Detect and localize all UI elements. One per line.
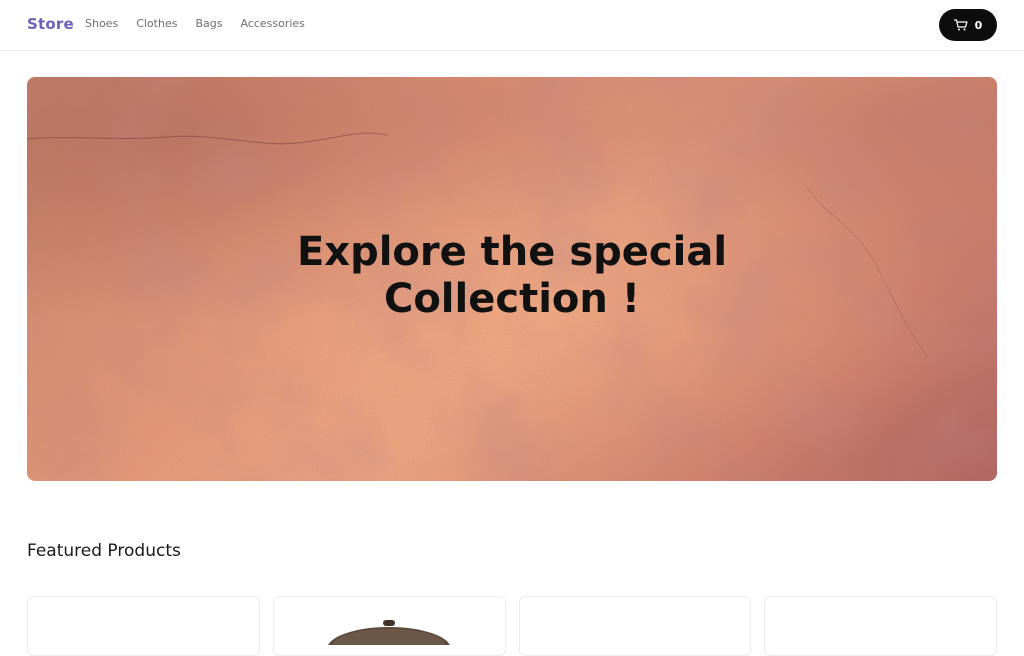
cart-count: 0 [974,18,983,32]
featured-products-heading: Featured Products [27,541,181,561]
product-grid [27,596,997,656]
navbar: Store Shoes Clothes Bags Accessories 0 [0,0,1024,51]
cap-image [327,620,450,645]
nav-links: Shoes Clothes Bags Accessories [85,17,305,30]
nav-link-clothes[interactable]: Clothes [136,17,177,30]
hero-banner: Explore the special Collection ! [27,77,997,481]
hero-title: Explore the special Collection ! [296,229,728,322]
brand-logo[interactable]: Store [27,15,74,33]
nav-link-shoes[interactable]: Shoes [85,17,118,30]
product-card[interactable] [764,596,997,656]
product-card[interactable] [27,596,260,656]
cart-button[interactable]: 0 [939,9,997,41]
product-card[interactable] [518,596,752,656]
nav-link-accessories[interactable]: Accessories [240,17,304,30]
product-card[interactable] [272,596,506,656]
nav-link-bags[interactable]: Bags [195,17,222,30]
cart-icon [953,19,968,31]
